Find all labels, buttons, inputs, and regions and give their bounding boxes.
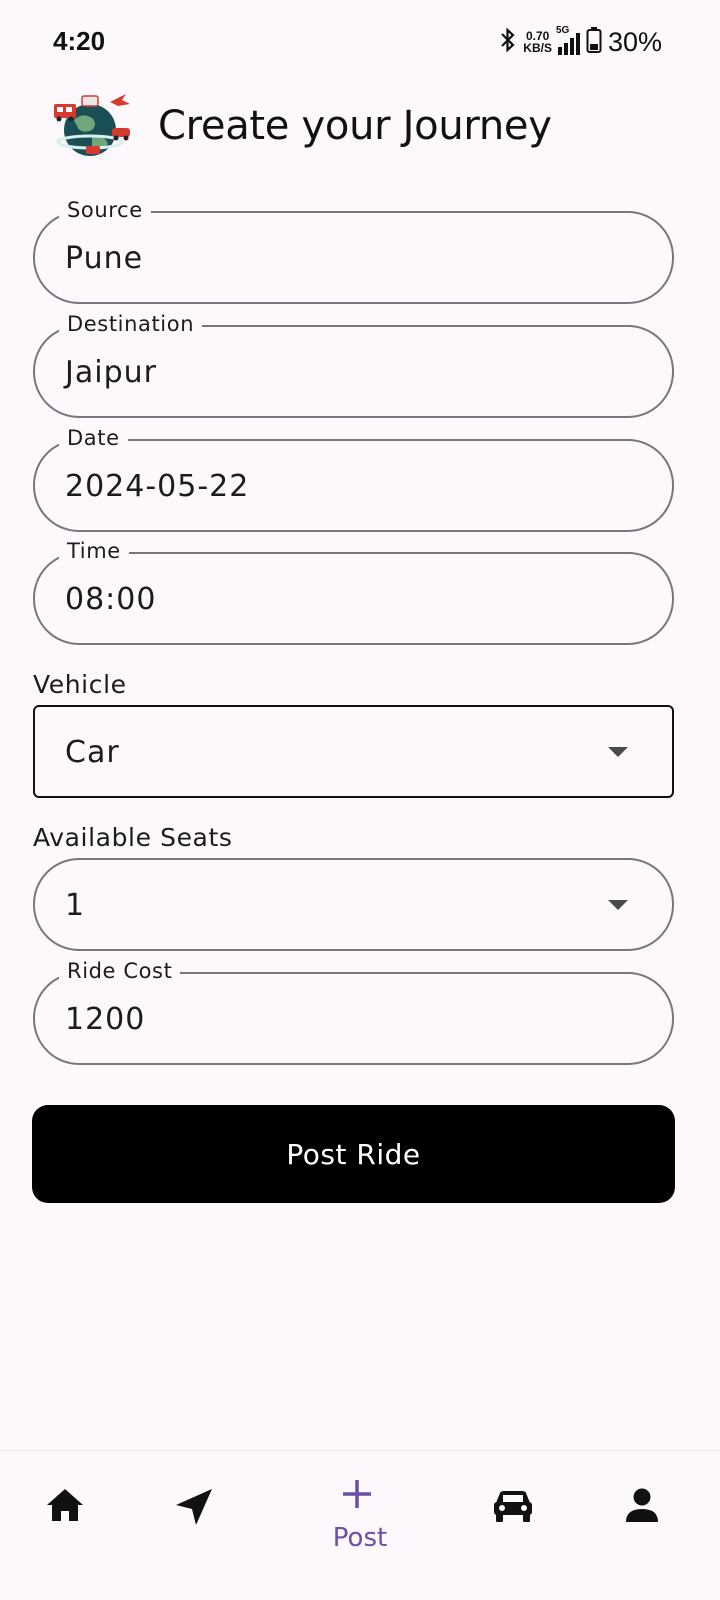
- add-icon: [340, 1477, 374, 1515]
- network-speed: 0.70 KB/S: [523, 30, 552, 54]
- time-label: Time: [59, 539, 129, 563]
- status-bar: 4:20 0.70 KB/S 5G 30%: [0, 0, 720, 84]
- seats-label: Available Seats: [33, 823, 233, 852]
- battery-percent: 30%: [607, 26, 662, 57]
- home-icon: [45, 1487, 85, 1527]
- bluetooth-icon: [499, 27, 517, 58]
- page-header: Create your Journey: [52, 90, 552, 162]
- app-logo: [52, 90, 136, 162]
- ride-cost-label: Ride Cost: [59, 959, 181, 983]
- bottom-navigation: Post: [0, 1450, 720, 1600]
- destination-value: Jaipur: [65, 355, 157, 390]
- nav-navigate[interactable]: [152, 1451, 236, 1600]
- status-time: 4:20: [53, 26, 106, 56]
- destination-field[interactable]: Destination Jaipur: [33, 312, 674, 418]
- seats-value: 1: [65, 888, 86, 923]
- source-value: Pune: [65, 241, 144, 276]
- vehicle-label: Vehicle: [33, 670, 127, 699]
- nav-rides[interactable]: [472, 1451, 556, 1600]
- time-value: 08:00: [65, 582, 157, 617]
- dropdown-arrow-icon: [608, 900, 628, 910]
- page-title: Create your Journey: [158, 103, 552, 149]
- nav-post-label: Post: [332, 1523, 388, 1553]
- nav-home[interactable]: [24, 1451, 108, 1600]
- time-field[interactable]: Time 08:00: [33, 539, 674, 645]
- date-label: Date: [59, 426, 128, 450]
- date-field[interactable]: Date 2024-05-22: [33, 426, 674, 532]
- person-icon: [624, 1487, 660, 1527]
- car-icon: [492, 1489, 534, 1527]
- vehicle-select[interactable]: Car: [33, 705, 674, 798]
- destination-label: Destination: [59, 312, 203, 336]
- signal-icon: 5G: [556, 25, 580, 55]
- battery-icon: [586, 26, 602, 59]
- ride-cost-field[interactable]: Ride Cost 1200: [33, 959, 674, 1065]
- navigation-icon: [174, 1487, 214, 1531]
- nav-profile[interactable]: [600, 1451, 684, 1600]
- dropdown-arrow-icon: [608, 747, 628, 757]
- ride-cost-value: 1200: [65, 1002, 146, 1037]
- status-icons: 0.70 KB/S 5G 30%: [499, 24, 662, 60]
- date-value: 2024-05-22: [65, 469, 250, 504]
- network-speed-unit: KB/S: [523, 41, 552, 55]
- seats-select[interactable]: 1: [33, 858, 674, 951]
- nav-post[interactable]: Post: [300, 1451, 420, 1600]
- post-ride-button[interactable]: Post Ride: [32, 1105, 675, 1203]
- source-label: Source: [59, 198, 151, 222]
- vehicle-value: Car: [65, 735, 120, 770]
- network-type: 5G: [555, 25, 570, 36]
- source-field[interactable]: Source Pune: [33, 198, 674, 304]
